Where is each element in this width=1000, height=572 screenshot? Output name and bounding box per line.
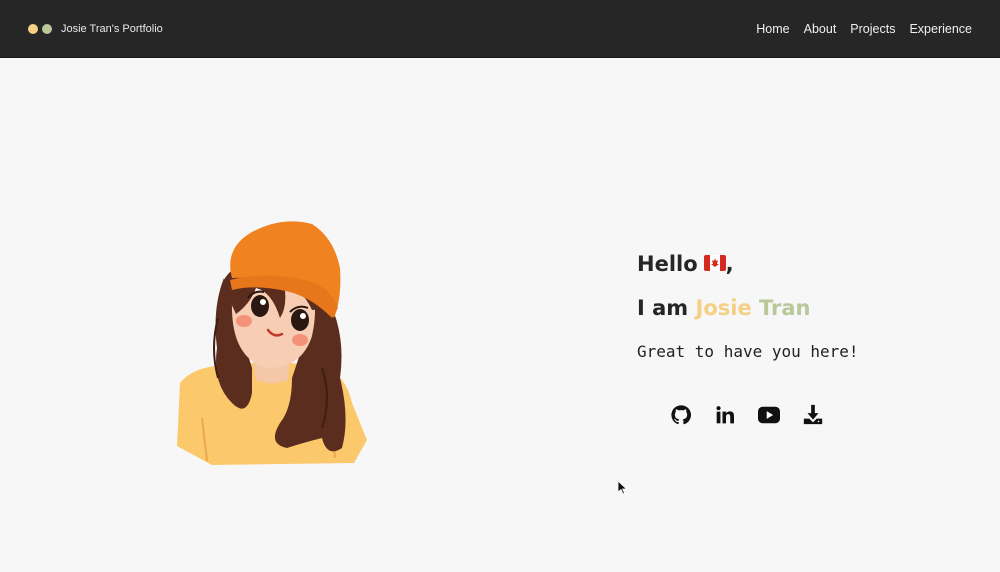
nav-link-experience[interactable]: Experience: [909, 22, 972, 36]
linkedin-icon[interactable]: [714, 404, 736, 426]
download-icon[interactable]: [802, 404, 824, 426]
social-links: [670, 404, 824, 426]
nav-link-projects[interactable]: Projects: [850, 22, 895, 36]
last-name: Tran: [759, 296, 811, 320]
nav-links: Home About Projects Experience: [756, 0, 972, 57]
name-line: I am Josie Tran: [637, 296, 811, 320]
github-icon[interactable]: [670, 404, 692, 426]
tagline: Great to have you here!: [637, 342, 859, 361]
brand[interactable]: Josie Tran's Portfolio: [28, 0, 163, 57]
brand-dot-green: [42, 23, 52, 34]
avatar-illustration: [172, 218, 372, 468]
hello-line: Hello ,: [637, 248, 734, 280]
canada-flag-icon: [703, 252, 726, 276]
i-am-text: I am: [637, 296, 689, 320]
nav-link-home[interactable]: Home: [756, 22, 789, 36]
mouse-cursor-icon: [617, 480, 628, 500]
first-name: Josie: [695, 296, 752, 320]
navbar: Josie Tran's Portfolio Home About Projec…: [0, 0, 1000, 58]
hello-comma: ,: [725, 252, 734, 276]
youtube-icon[interactable]: [758, 404, 780, 426]
hello-text: Hello: [637, 252, 698, 276]
brand-dot-yellow: [28, 23, 38, 34]
hero-text: Hello , I am Josie Tran Great to have yo…: [637, 248, 859, 361]
nav-link-about[interactable]: About: [804, 22, 837, 36]
brand-title[interactable]: Josie Tran's Portfolio: [61, 23, 163, 35]
